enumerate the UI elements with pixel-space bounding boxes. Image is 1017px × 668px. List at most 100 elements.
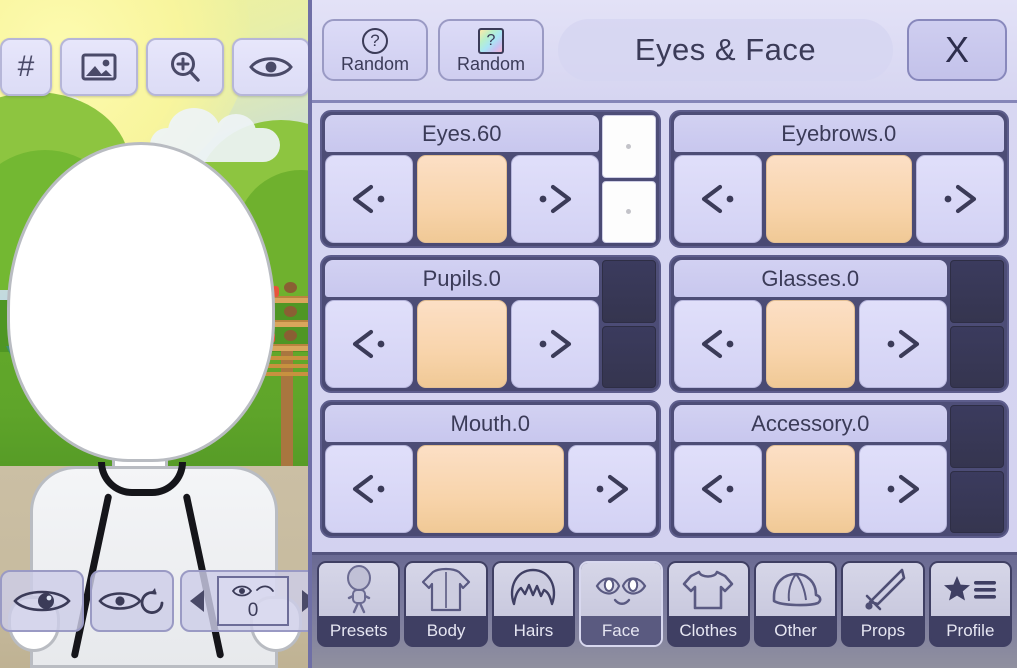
card-title: Accessory.0: [673, 405, 947, 442]
card-controls: [673, 155, 1004, 243]
preview-thumb[interactable]: [950, 260, 1004, 323]
card-main: Accessory.0: [673, 405, 947, 533]
preview-thumb[interactable]: [950, 325, 1004, 388]
random-color-button[interactable]: ? Random: [438, 19, 544, 81]
next-arrow-icon: [539, 329, 571, 359]
color-swatch[interactable]: [765, 445, 855, 533]
next-arrow-icon: [596, 474, 628, 504]
character-shirt: [30, 466, 278, 668]
option-card: Eyebrows.0: [668, 110, 1009, 248]
face-icon: [581, 563, 661, 616]
hash-icon-button[interactable]: #: [0, 38, 52, 96]
tab-presets[interactable]: Presets: [317, 561, 401, 647]
cap-icon: [755, 563, 836, 616]
random-basic-button[interactable]: ? Random: [322, 19, 428, 81]
question-circle-icon: ?: [362, 27, 388, 54]
next-button[interactable]: [510, 300, 599, 388]
triangle-right-icon[interactable]: [302, 590, 308, 612]
tab-props[interactable]: Props: [841, 561, 925, 647]
card-preview-thumbs[interactable]: [601, 260, 656, 388]
tab-clothes[interactable]: Clothes: [666, 561, 750, 647]
prev-button[interactable]: [325, 300, 413, 388]
visibility-toggle-button[interactable]: [232, 38, 308, 96]
hash-icon: #: [17, 50, 35, 83]
card-preview-thumbs[interactable]: [950, 405, 1004, 533]
stall-item: [284, 306, 297, 317]
tab-profile[interactable]: Profile: [928, 561, 1012, 647]
eye-reset-button[interactable]: [90, 570, 174, 632]
next-button[interactable]: [916, 155, 1004, 243]
next-arrow-icon: [887, 474, 920, 504]
tab-other[interactable]: Other: [753, 561, 838, 647]
card-title-text: Eyes.60: [422, 120, 502, 146]
character-head: [7, 142, 275, 462]
card-title: Eyebrows.0: [673, 115, 1004, 152]
preview-thumb[interactable]: [601, 180, 656, 243]
card-title-text: Glasses.0: [761, 265, 860, 291]
card-main: Mouth.0: [325, 405, 656, 533]
color-swatch[interactable]: [765, 300, 855, 388]
preview-thumb[interactable]: [601, 260, 656, 323]
card-title-text: Eyebrows.0: [781, 120, 897, 146]
scene-bottom-controls: 0: [0, 570, 308, 632]
option-card-grid: Eyes.60 Eyebrows.0 Pupils.0 Glasses.0 Mouth.…: [312, 103, 1017, 552]
color-swatch[interactable]: [417, 445, 564, 533]
color-swatch[interactable]: [765, 155, 912, 243]
preview-thumb[interactable]: [601, 115, 656, 178]
card-controls: [673, 300, 947, 388]
preview-thumb[interactable]: [601, 325, 656, 388]
background-image-button[interactable]: [60, 38, 138, 96]
stall-item: [284, 330, 297, 341]
tab-body[interactable]: Body: [404, 561, 488, 647]
tab-label: Face: [581, 616, 661, 645]
next-button[interactable]: [510, 155, 599, 243]
option-card: Eyes.60: [320, 110, 661, 248]
customization-panel: ? Random ? Random Eyes & Face X Eyes.60 E…: [308, 0, 1017, 668]
card-main: Eyes.60: [325, 115, 599, 243]
sword-icon: [843, 563, 923, 616]
prev-arrow-icon: [701, 329, 733, 359]
character-preview[interactable]: # 0: [0, 0, 308, 668]
zoom-in-icon: [171, 52, 200, 82]
tab-face[interactable]: Face: [579, 561, 663, 647]
close-button[interactable]: X: [907, 19, 1007, 81]
zoom-in-button[interactable]: [146, 38, 224, 96]
card-preview-thumbs[interactable]: [950, 260, 1004, 388]
pose-stepper[interactable]: 0: [180, 570, 308, 632]
card-title-text: Pupils.0: [422, 265, 501, 291]
next-arrow-icon: [539, 184, 571, 214]
panel-title-text: Eyes & Face: [634, 32, 817, 67]
card-main: Glasses.0: [673, 260, 947, 388]
eye-pupil-icon: [13, 590, 71, 612]
prev-button[interactable]: [673, 445, 762, 533]
next-button[interactable]: [859, 445, 947, 533]
prev-button[interactable]: [325, 155, 413, 243]
eye-pupil-button[interactable]: [0, 570, 84, 632]
color-swatch[interactable]: [417, 155, 507, 243]
card-preview-thumbs[interactable]: [601, 115, 656, 243]
tab-label: Profile: [930, 616, 1010, 645]
tab-hairs[interactable]: Hairs: [491, 561, 576, 647]
card-controls: [325, 445, 656, 533]
option-card: Accessory.0: [668, 400, 1009, 538]
next-button[interactable]: [859, 300, 947, 388]
prev-arrow-icon: [701, 184, 733, 214]
card-title: Eyes.60: [325, 115, 599, 152]
body-figure-icon: [319, 563, 399, 616]
color-swatch[interactable]: [417, 300, 507, 388]
question-rainbow-icon: ?: [478, 27, 504, 54]
next-button[interactable]: [567, 445, 656, 533]
preview-thumb[interactable]: [950, 405, 1004, 468]
card-title: Glasses.0: [673, 260, 947, 297]
prev-button[interactable]: [673, 300, 762, 388]
prev-button[interactable]: [325, 445, 413, 533]
card-controls: [325, 155, 599, 243]
eye-icon: [249, 57, 293, 77]
triangle-left-icon[interactable]: [190, 590, 204, 612]
prev-arrow-icon: [701, 474, 733, 504]
next-arrow-icon: [887, 329, 920, 359]
torso-icon: [406, 563, 486, 616]
prev-button[interactable]: [673, 155, 762, 243]
preview-thumb[interactable]: [950, 470, 1004, 533]
stepper-preview: 0: [217, 576, 289, 626]
